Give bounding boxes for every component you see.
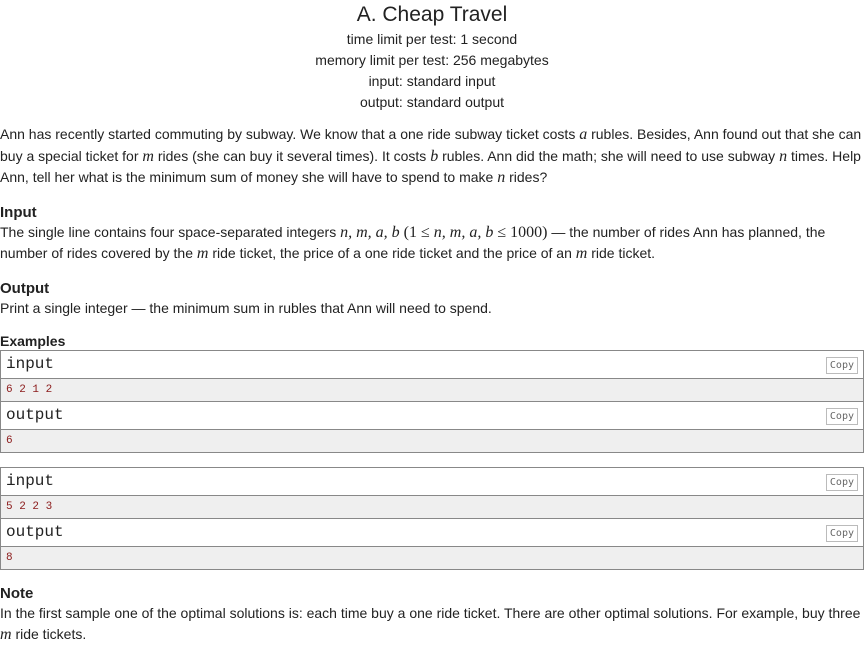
- var-n: n: [779, 147, 788, 165]
- input-label: input: [6, 355, 55, 373]
- input-specification: The single line contains four space-sepa…: [0, 223, 826, 263]
- example-output-data[interactable]: 8: [1, 547, 863, 569]
- copy-input-button[interactable]: Copy: [825, 357, 858, 374]
- example-output-data[interactable]: 6: [1, 430, 863, 452]
- var-a: a: [579, 126, 588, 143]
- problem-header: A. Cheap Travel time limit per test: 1 s…: [0, 0, 864, 113]
- copy-output-button[interactable]: Copy: [825, 408, 858, 425]
- input-label: input: [6, 472, 55, 490]
- examples-title: Examples: [0, 333, 66, 349]
- output-specification: Print a single integer — the minimum sum…: [0, 299, 492, 316]
- example-1: input Copy 6 2 1 2 output Copy 6: [0, 350, 864, 453]
- example-input-data[interactable]: 5 2 2 3: [1, 496, 863, 519]
- example-input-data[interactable]: 6 2 1 2: [1, 379, 863, 402]
- input-vars: n, m, a, b: [340, 223, 400, 241]
- example-output-header: output Copy: [1, 519, 863, 547]
- var-m: m: [0, 625, 12, 643]
- var-m: m: [142, 147, 154, 165]
- var-b: b: [430, 147, 439, 165]
- problem-statement: Ann has recently started commuting by su…: [0, 126, 862, 186]
- example-input-header: input Copy: [1, 351, 863, 379]
- note-title: Note: [0, 585, 34, 602]
- example-output-header: output Copy: [1, 402, 863, 430]
- output-section-title: Output: [0, 279, 50, 297]
- var-m: m: [196, 245, 209, 262]
- example-input-header: input Copy: [1, 468, 863, 496]
- output-file: output: standard output: [360, 94, 504, 110]
- problem-title: A. Cheap Travel: [356, 3, 508, 26]
- note-text: In the first sample one of the optimal s…: [0, 605, 861, 643]
- var-m: m: [575, 245, 588, 262]
- copy-input-button[interactable]: Copy: [825, 474, 858, 491]
- input-section-title: Input: [0, 203, 37, 221]
- memory-limit: memory limit per test: 256 megabytes: [315, 52, 549, 68]
- output-label: output: [6, 523, 64, 541]
- time-limit: time limit per test: 1 second: [346, 31, 518, 47]
- copy-output-button[interactable]: Copy: [825, 525, 858, 542]
- output-label: output: [6, 406, 64, 424]
- input-file: input: standard input: [368, 73, 496, 89]
- example-2: input Copy 5 2 2 3 output Copy 8: [0, 467, 864, 570]
